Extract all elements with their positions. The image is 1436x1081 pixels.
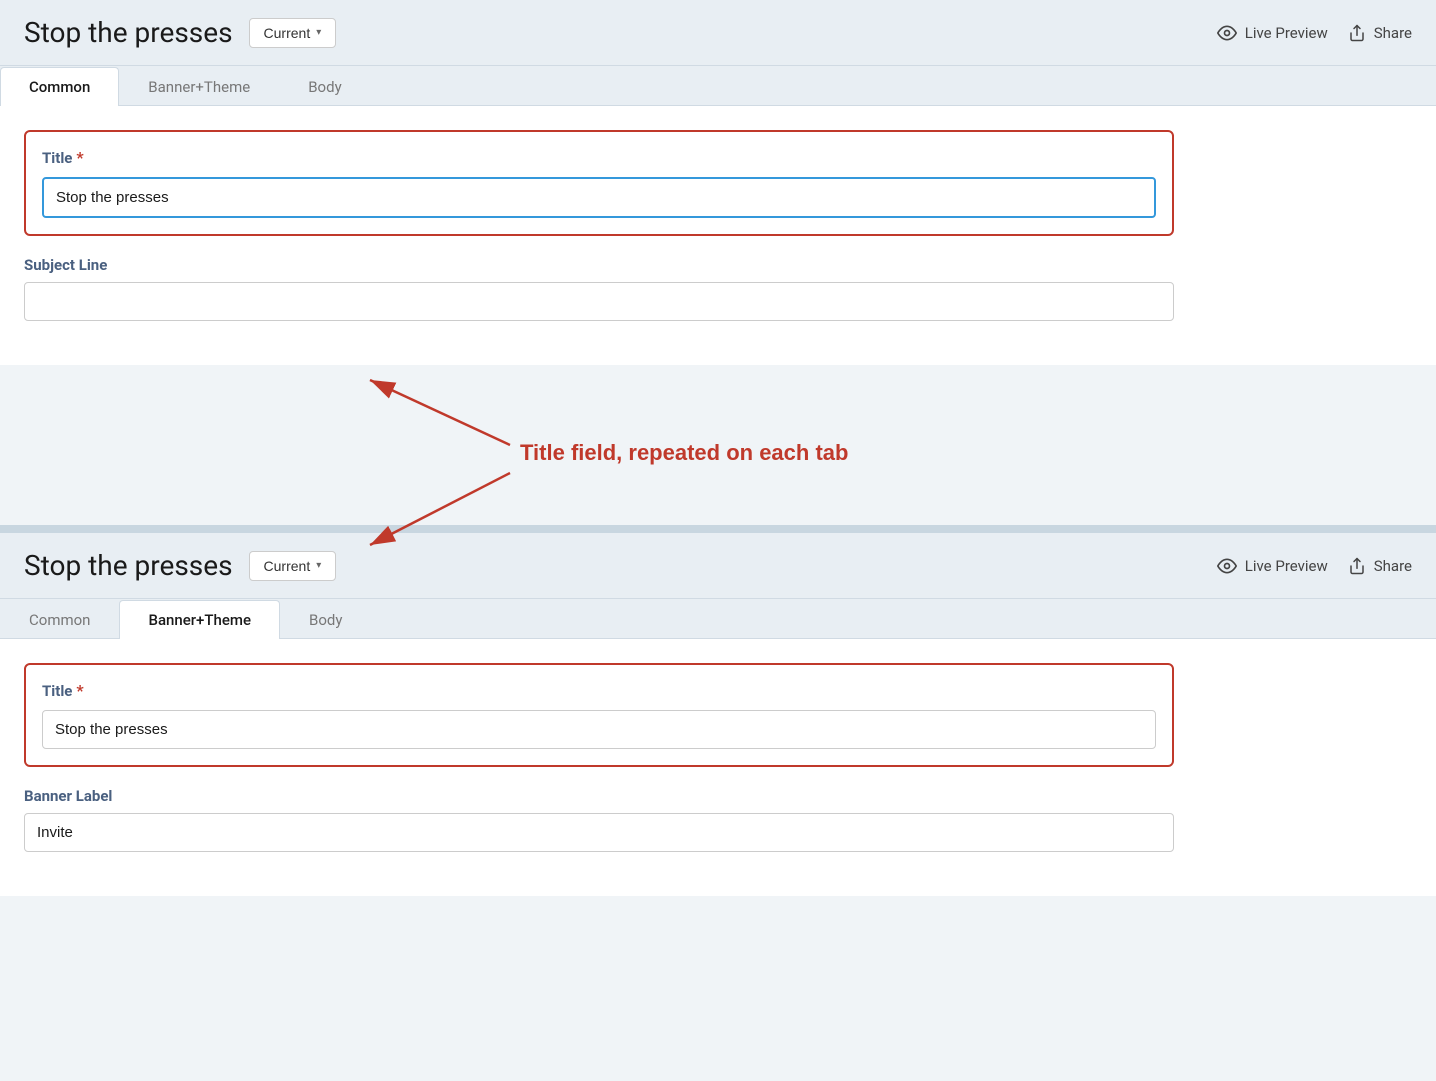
tab-common-bottom[interactable]: Common xyxy=(0,600,119,639)
bottom-panel-body: Title * Banner Label xyxy=(0,639,1436,896)
tab-body-top[interactable]: Body xyxy=(279,67,370,106)
live-preview-label-bottom: Live Preview xyxy=(1245,557,1328,575)
svg-text:Title field, repeated on each: Title field, repeated on each tab xyxy=(520,440,848,465)
share-label-top: Share xyxy=(1374,24,1412,42)
share-label-bottom: Share xyxy=(1374,557,1412,575)
share-icon-top xyxy=(1348,24,1366,42)
top-panel-header: Stop the presses Current ▾ Live Preview xyxy=(0,0,1436,66)
title-input-top[interactable] xyxy=(42,177,1156,218)
tab-common-top[interactable]: Common xyxy=(0,67,119,106)
banner-label-section: Banner Label xyxy=(24,787,1174,852)
annotation-arrow-svg: Title field, repeated on each tab xyxy=(0,305,1200,605)
live-preview-button-top[interactable]: Live Preview xyxy=(1217,23,1328,43)
header-actions-bottom: Live Preview Share xyxy=(1217,556,1412,576)
subject-line-label: Subject Line xyxy=(24,256,1174,274)
live-preview-label-top: Live Preview xyxy=(1245,24,1328,42)
title-field-section-bottom: Title * xyxy=(24,663,1174,767)
annotation-area: Title field, repeated on each tab xyxy=(0,365,1436,525)
live-preview-button-bottom[interactable]: Live Preview xyxy=(1217,556,1328,576)
header-actions-top: Live Preview Share xyxy=(1217,23,1412,43)
current-dropdown-top[interactable]: Current ▾ xyxy=(249,18,337,48)
tab-banner-theme-top[interactable]: Banner+Theme xyxy=(119,67,279,106)
required-star-bottom: * xyxy=(76,681,83,700)
eye-icon-top xyxy=(1217,23,1237,43)
title-label-top: Title * xyxy=(42,148,1156,167)
banner-label-label: Banner Label xyxy=(24,787,1174,805)
bottom-panel-tabs: Common Banner+Theme Body xyxy=(0,599,1436,639)
chevron-down-icon-top: ▾ xyxy=(316,27,321,38)
tab-body-bottom[interactable]: Body xyxy=(280,600,371,639)
dropdown-label-top: Current xyxy=(264,25,311,41)
title-input-bottom[interactable] xyxy=(42,710,1156,749)
share-button-top[interactable]: Share xyxy=(1348,24,1412,42)
top-panel-tabs: Common Banner+Theme Body xyxy=(0,66,1436,106)
required-star-top: * xyxy=(76,148,83,167)
share-icon-bottom xyxy=(1348,557,1366,575)
share-button-bottom[interactable]: Share xyxy=(1348,557,1412,575)
title-label-bottom: Title * xyxy=(42,681,1156,700)
page-wrapper: Stop the presses Current ▾ Live Preview xyxy=(0,0,1436,1081)
tab-banner-theme-bottom[interactable]: Banner+Theme xyxy=(119,600,280,639)
top-panel-title: Stop the presses xyxy=(24,16,233,49)
banner-label-input[interactable] xyxy=(24,813,1174,852)
title-field-section-top: Title * xyxy=(24,130,1174,236)
eye-icon-bottom xyxy=(1217,556,1237,576)
